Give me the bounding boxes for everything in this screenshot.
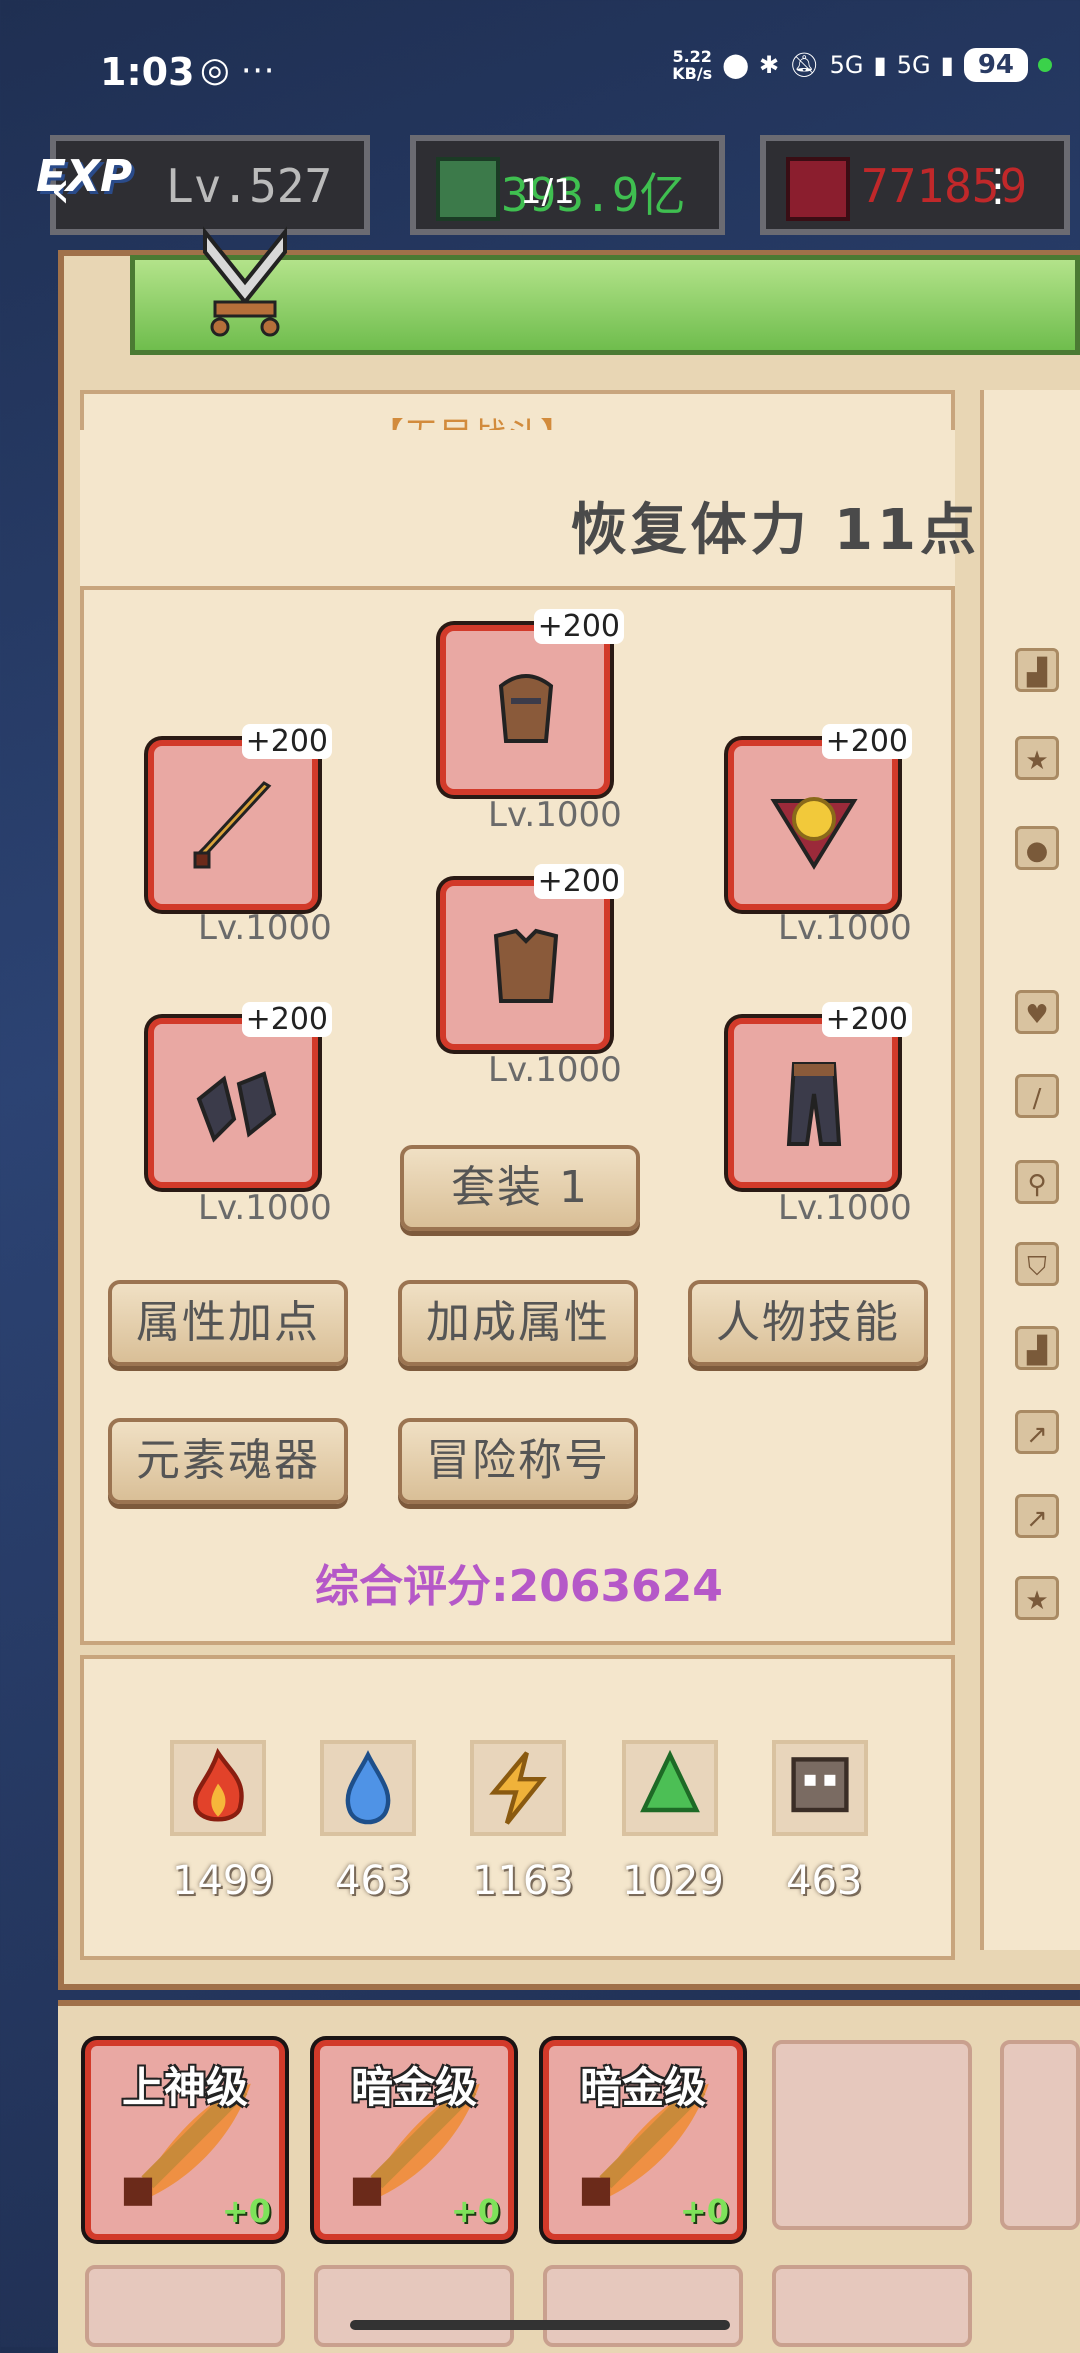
inventory-slot-empty[interactable] xyxy=(314,2265,514,2347)
green-gem-icon xyxy=(436,157,500,221)
equip-slot-amulet[interactable]: +200 xyxy=(728,724,912,910)
inventory-slot-1[interactable]: 上神级 +0 xyxy=(85,2040,285,2240)
status-more-icon: ◎ ⋯ xyxy=(200,50,275,90)
equip-slot-gloves[interactable]: +200 xyxy=(148,1002,332,1188)
amulet-icon xyxy=(770,797,858,870)
enhance-level: +200 xyxy=(533,864,624,899)
staff-icon: ⚲ xyxy=(1015,1160,1059,1204)
armor-icon xyxy=(493,928,559,1003)
privacy-dot-icon xyxy=(1038,58,1052,72)
signal-icon-1: 5G xyxy=(829,51,864,79)
arrow-icon: ↗ xyxy=(1015,1410,1059,1454)
page-indicator: 1/1 xyxy=(520,172,575,212)
element-soul-button[interactable]: 元素魂器 xyxy=(108,1418,348,1504)
fire-icon xyxy=(193,1747,244,1822)
wind-element xyxy=(622,1740,718,1836)
level-panel: EXP Lv.527 xyxy=(36,135,370,235)
inventory-slot-empty[interactable] xyxy=(772,2265,972,2347)
net-speed: 5.22 KB/s xyxy=(672,47,713,83)
more-options-button[interactable]: ⋮ xyxy=(976,160,1020,211)
wind-value: 1029 xyxy=(622,1858,724,1904)
fire-element xyxy=(170,1740,266,1836)
item-grade: 上神级 xyxy=(121,2063,248,2112)
attribute-points-button[interactable]: 属性加点 xyxy=(108,1280,348,1366)
status-right-group: 5.22 KB/s ⬤ ✱ 🔕︎ 5G ▮ 5G ▮ 94 xyxy=(672,48,1052,82)
inventory-slot-empty[interactable] xyxy=(1000,2040,1080,2230)
sword-icon: / xyxy=(1015,1074,1059,1118)
sword-item-icon xyxy=(193,781,272,869)
stamina-text: 恢复体力 11点 xyxy=(570,498,980,563)
bonus-attributes-button[interactable]: 加成属性 xyxy=(398,1280,638,1366)
home-indicator[interactable] xyxy=(350,2320,730,2330)
water-icon xyxy=(345,1750,391,1825)
weapon-level: Lv.1000 xyxy=(198,908,332,948)
enhance-level: +200 xyxy=(821,1002,912,1037)
enhance-level: +200 xyxy=(533,609,624,644)
adventure-title-button[interactable]: 冒险称号 xyxy=(398,1418,638,1504)
gloves-icon xyxy=(196,1071,277,1143)
status-bar: 1:03 ◎ ⋯ 5.22 KB/s ⬤ ✱ 🔕︎ 5G ▮ 5G ▮ 94 xyxy=(0,0,1080,140)
water-value: 463 xyxy=(335,1858,412,1904)
back-button[interactable]: ‹ xyxy=(50,160,71,220)
inventory-slot-3[interactable]: 暗金级 +0 xyxy=(543,2040,743,2240)
fist-icon: ● xyxy=(1015,826,1059,870)
boot-icon-2: ▟ xyxy=(1015,1326,1059,1370)
armor-level: Lv.1000 xyxy=(488,1050,622,1090)
item-enhance: +0 xyxy=(679,2192,729,2230)
inventory-slot-empty[interactable] xyxy=(543,2265,743,2347)
enhance-level: +200 xyxy=(241,1002,332,1037)
equip-slot-pants[interactable]: +200 xyxy=(728,1002,912,1188)
helmet-icon xyxy=(498,674,554,743)
inventory-slot-empty[interactable] xyxy=(85,2265,285,2347)
level-value: Lv.527 xyxy=(166,159,333,213)
shield-icon: ⛉ xyxy=(1015,1242,1059,1286)
dark-value: 463 xyxy=(786,1858,863,1904)
water-element xyxy=(320,1740,416,1836)
set-button[interactable]: 套装 1 xyxy=(400,1145,640,1231)
arrow-icon-2: ↗ xyxy=(1015,1494,1059,1538)
crossed-swords-icon xyxy=(203,226,287,337)
skull-icon xyxy=(791,1757,849,1813)
ruby-icon xyxy=(786,157,850,221)
enhance-level: +200 xyxy=(241,724,332,759)
status-time: 1:03 xyxy=(100,50,195,94)
equip-slot-helmet[interactable]: +200 xyxy=(440,609,624,795)
enhance-level: +200 xyxy=(821,724,912,759)
overall-score: 综合评分:2063624 xyxy=(315,1561,723,1612)
equip-slot-armor[interactable]: +200 xyxy=(440,864,624,1050)
inventory-slot-2[interactable]: 暗金级 +0 xyxy=(314,2040,514,2240)
item-enhance: +0 xyxy=(450,2192,500,2230)
wind-icon xyxy=(640,1749,700,1813)
lightning-icon xyxy=(489,1751,547,1825)
lightning-value: 1163 xyxy=(472,1858,574,1904)
item-grade: 暗金级 xyxy=(350,2063,477,2112)
star-icon: ★ xyxy=(1015,736,1059,780)
boot-icon: ▟ xyxy=(1015,648,1059,692)
item-grade: 暗金级 xyxy=(579,2063,706,2112)
inventory-slot-empty[interactable] xyxy=(772,2040,972,2230)
lightning-element xyxy=(470,1740,566,1836)
battery-indicator: 94 xyxy=(963,48,1028,82)
location-icon: ⬤ xyxy=(722,51,750,79)
dark-element xyxy=(772,1740,868,1836)
heart-icon: ♥ xyxy=(1015,990,1059,1034)
ruby-panel: 771859 xyxy=(760,135,1070,235)
mute-icon: 🔕︎ xyxy=(789,51,820,79)
pants-icon xyxy=(786,1062,842,1146)
pants-level: Lv.1000 xyxy=(778,1188,912,1228)
amulet-level: Lv.1000 xyxy=(778,908,912,948)
gloves-level: Lv.1000 xyxy=(198,1188,332,1228)
signal-icon-2: 5G xyxy=(896,51,931,79)
item-enhance: +0 xyxy=(221,2192,271,2230)
fire-value: 1499 xyxy=(172,1858,274,1904)
character-skills-button[interactable]: 人物技能 xyxy=(688,1280,928,1366)
helmet-level: Lv.1000 xyxy=(488,795,622,835)
bluetooth-icon: ✱ xyxy=(759,51,780,79)
equip-slot-weapon[interactable]: +200 xyxy=(148,724,332,910)
star-icon-2: ★ xyxy=(1015,1576,1059,1620)
